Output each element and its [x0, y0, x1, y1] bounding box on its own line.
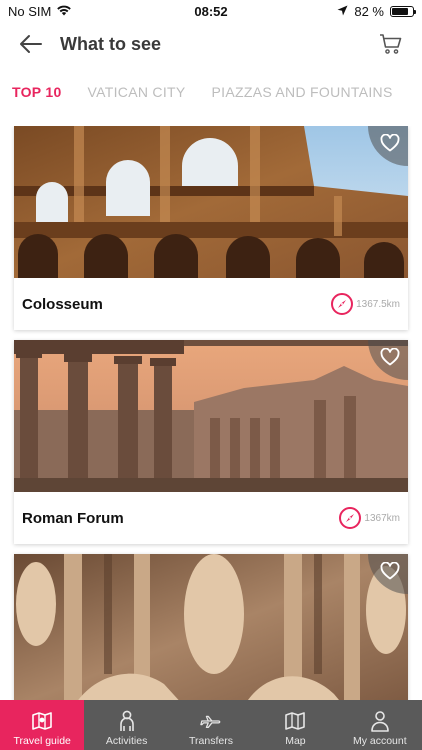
status-bar: No SIM 08:52 82 %: [0, 0, 422, 22]
category-tabs: TOP 10 VATICAN CITY PIAZZAS AND FOUNTAIN…: [0, 72, 422, 112]
back-button[interactable]: [16, 29, 46, 59]
attraction-list: Colosseum 1367.5km Roman Forum 1367km: [0, 126, 422, 700]
tab-piazzas-and-fountains[interactable]: PIAZZAS AND FOUNTAINS: [212, 84, 393, 100]
battery-icon: [390, 5, 416, 17]
page-title: What to see: [60, 33, 162, 54]
distance-badge: 1367.5km: [331, 293, 400, 315]
compass-icon: [339, 507, 362, 529]
nav-map[interactable]: Map: [253, 700, 337, 750]
nav-label: Activities: [105, 735, 148, 747]
heart-icon: [380, 348, 400, 366]
nav-travel-guide[interactable]: Travel guide: [0, 700, 85, 750]
nav-label: Map: [285, 735, 306, 747]
cart-icon: [380, 34, 402, 54]
nav-transfers[interactable]: Transfers: [169, 700, 253, 750]
map-icon: [284, 710, 306, 732]
cart-button[interactable]: [376, 29, 406, 59]
location-arrow-icon: [337, 4, 348, 19]
nav-activities[interactable]: Activities: [84, 700, 168, 750]
attraction-card-trevi-fountain[interactable]: [14, 554, 408, 700]
distance-badge: 1367km: [339, 507, 400, 529]
heart-icon: [380, 134, 400, 152]
bottom-navigation: Travel guide Activities Transfers Map My…: [0, 700, 422, 750]
nav-my-account[interactable]: My account: [338, 700, 422, 750]
plane-icon: [200, 710, 222, 732]
distance-value: 1367km: [364, 512, 400, 524]
header: What to see: [0, 22, 422, 66]
card-title: Roman Forum: [22, 509, 124, 527]
person-icon: [116, 710, 138, 732]
attraction-card-colosseum[interactable]: Colosseum 1367.5km: [14, 126, 408, 330]
attraction-card-roman-forum[interactable]: Roman Forum 1367km: [14, 340, 408, 544]
nav-label: Transfers: [189, 735, 233, 747]
tab-top-10[interactable]: TOP 10: [12, 84, 62, 100]
map-book-icon: [31, 710, 53, 732]
wifi-icon: [56, 4, 72, 19]
card-footer: Colosseum 1367.5km: [14, 278, 408, 330]
roman-forum-photo: [14, 340, 408, 492]
card-title: Colosseum: [22, 295, 103, 313]
colosseum-photo: [14, 126, 408, 278]
compass-icon: [331, 293, 354, 315]
trevi-fountain-photo: [14, 554, 408, 700]
carrier-label: No SIM: [8, 3, 52, 19]
nav-label: My account: [352, 735, 407, 747]
user-icon: [369, 710, 391, 732]
nav-label: Travel guide: [13, 735, 71, 747]
heart-icon: [380, 562, 400, 580]
card-footer: Roman Forum 1367km: [14, 492, 408, 544]
distance-value: 1367.5km: [356, 298, 400, 310]
battery-percent: 82 %: [354, 3, 384, 19]
arrow-left-icon: [20, 35, 42, 53]
tab-vatican-city[interactable]: VATICAN CITY: [88, 84, 186, 100]
